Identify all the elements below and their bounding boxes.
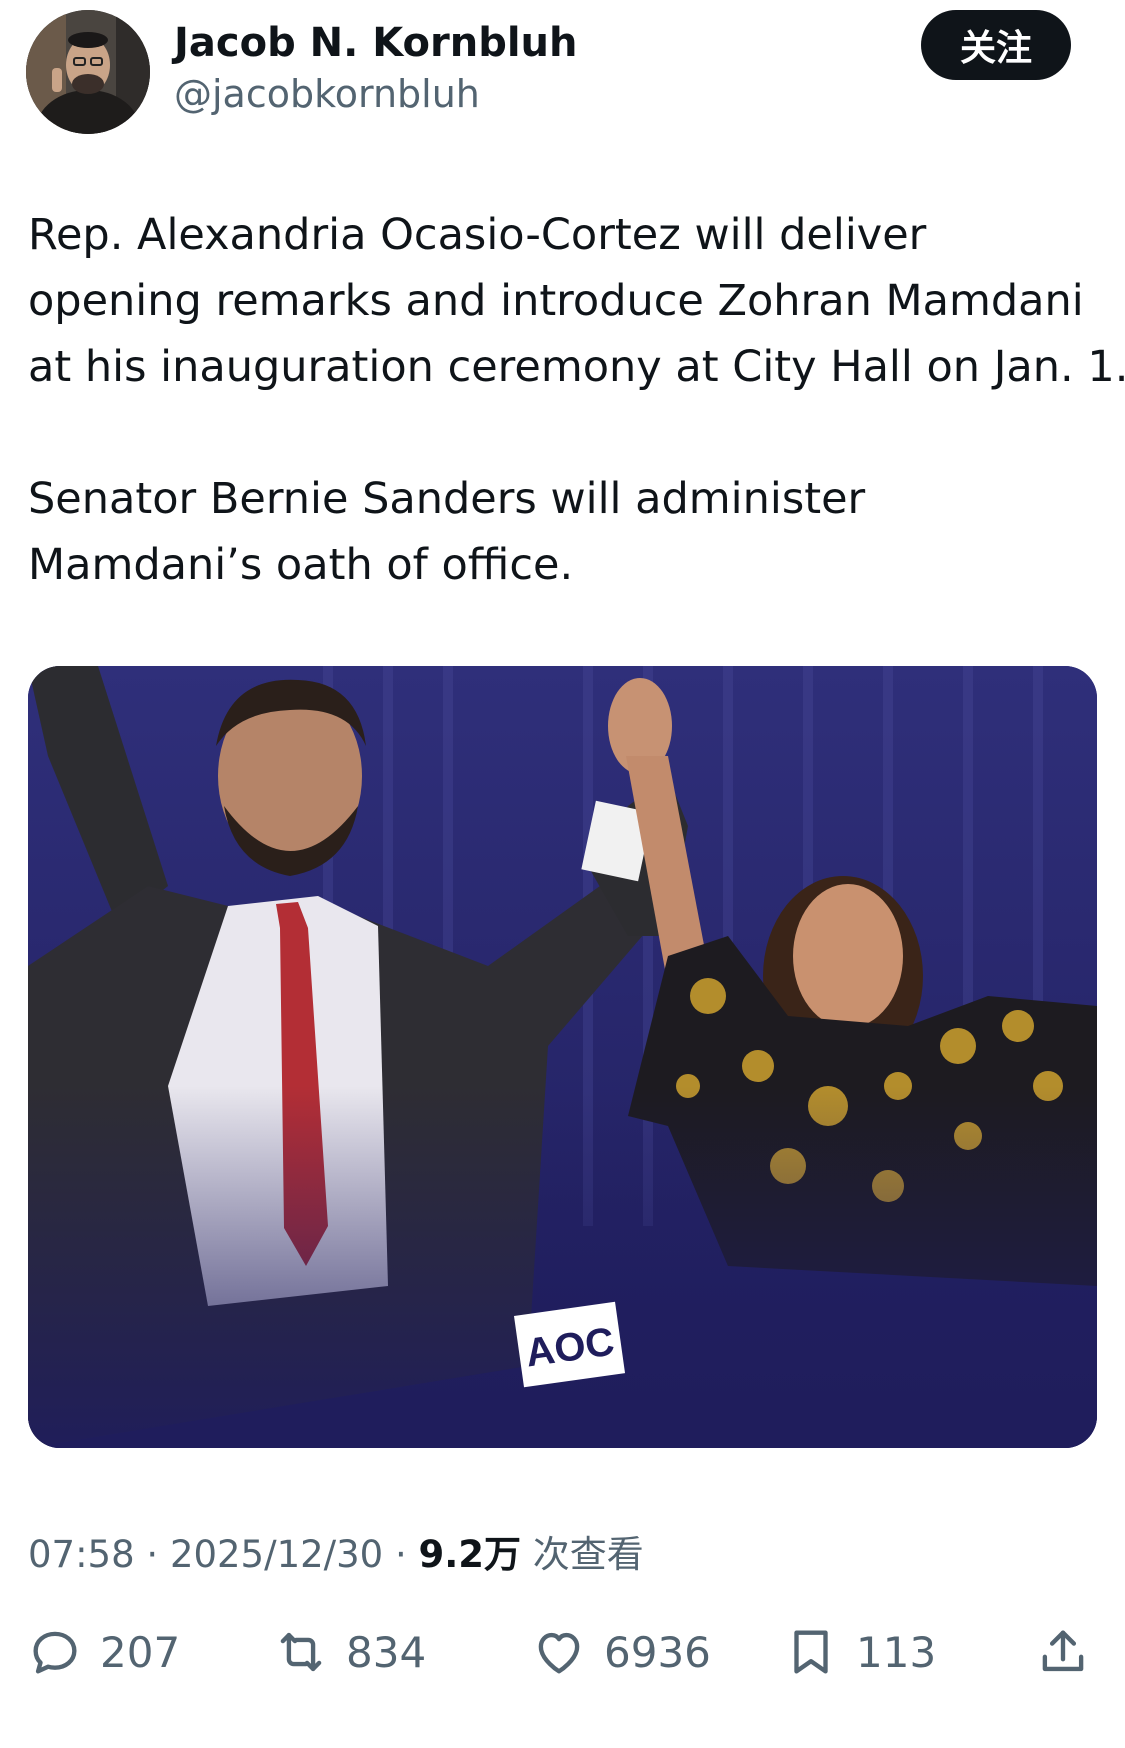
share-upload-icon (1034, 1623, 1092, 1681)
tweet-text-line: Rep. Alexandria Ocasio-Cortez will deliv… (28, 210, 927, 260)
tweet-text: Rep. Alexandria Ocasio-Cortez will deliv… (28, 202, 1125, 598)
tweet-text-line: at his inauguration ceremony at City Hal… (28, 342, 1125, 392)
tweet-photo[interactable]: AOC (28, 666, 1097, 1448)
tweet-text-line: Senator Bernie Sanders will administer (28, 474, 866, 524)
tweet-time[interactable]: 07:58 (28, 1533, 135, 1576)
bookmark-button[interactable]: 113 (782, 1612, 936, 1692)
tweet-header: Jacob N. Kornbluh @jacobkornbluh 关注 (0, 0, 1125, 150)
repost-button[interactable]: 834 (272, 1612, 426, 1692)
bookmark-icon (782, 1623, 840, 1681)
reply-button[interactable]: 207 (26, 1612, 180, 1692)
speech-bubble-icon (26, 1623, 84, 1681)
bookmark-count: 113 (856, 1627, 937, 1677)
tweet-text-line: Mamdani’s oath of office. (28, 540, 574, 590)
heart-icon (530, 1623, 588, 1681)
follow-button[interactable]: 关注 (921, 10, 1071, 80)
tweet-text-line: opening remarks and introduce Zohran Mam… (28, 276, 1084, 326)
views-count: 9.2万 (418, 1533, 522, 1576)
share-button[interactable] (1034, 1612, 1108, 1692)
tweet-date[interactable]: 2025/12/30 (170, 1533, 383, 1576)
like-button[interactable]: 6936 (530, 1612, 711, 1692)
photo-illustration: AOC (28, 666, 1097, 1448)
repost-count: 834 (346, 1627, 427, 1677)
aoc-logo: AOC (514, 1301, 626, 1388)
action-bar: 207 834 6936 113 (0, 1612, 1125, 1692)
reply-count: 207 (100, 1627, 181, 1677)
author-avatar[interactable] (26, 10, 150, 134)
tweet-meta: 07:58 · 2025/12/30 · 9.2万 次查看 (28, 1524, 644, 1578)
meta-separator: · (134, 1533, 170, 1576)
author-handle[interactable]: @jacobkornbluh (174, 72, 480, 116)
views-label: 次查看 (521, 1533, 644, 1576)
author-name[interactable]: Jacob N. Kornbluh (174, 20, 578, 66)
like-count: 6936 (604, 1627, 711, 1677)
repost-arrows-icon (272, 1623, 330, 1681)
meta-separator: · (383, 1533, 419, 1576)
